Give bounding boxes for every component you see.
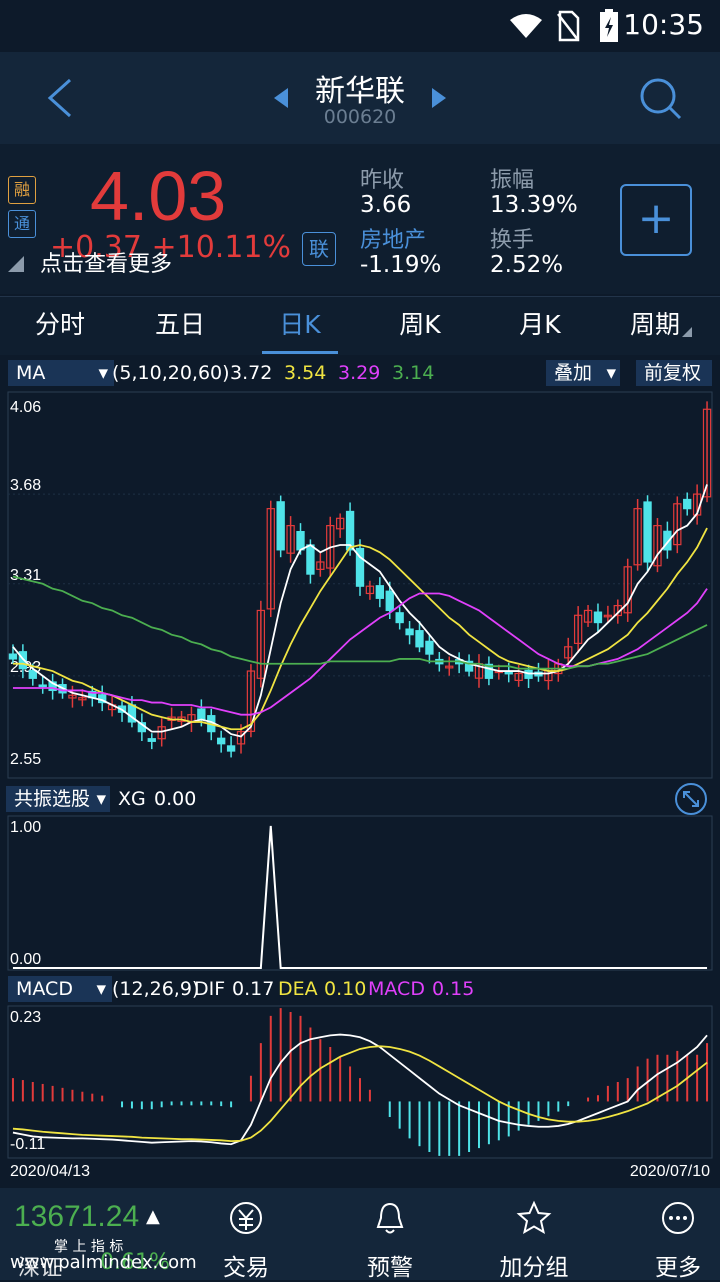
nav-add-group-label: 加分组 xyxy=(499,1255,569,1281)
connect-tag: 通 xyxy=(8,210,36,238)
nav-more-label: 更多 xyxy=(655,1255,701,1281)
tab-intraday[interactable]: 分时 xyxy=(0,297,120,355)
stock-code: 000620 xyxy=(323,106,397,128)
candle-body xyxy=(683,498,692,510)
amplitude-label: 振幅 xyxy=(490,168,535,193)
tab-five-day[interactable]: 五日 xyxy=(120,297,240,355)
period-dropdown-icon xyxy=(682,327,692,337)
more-hint[interactable]: 点击查看更多 xyxy=(40,246,172,278)
index-arrow: ▲ xyxy=(146,1206,160,1227)
candle-body xyxy=(38,684,47,688)
quote-panel: 融 通 4.03 +0.37 +10.11% 点击查看更多 联 昨收 3.66 … xyxy=(0,144,720,294)
search-icon[interactable] xyxy=(638,76,682,120)
prev-close-value: 3.66 xyxy=(360,192,412,218)
candle-body xyxy=(226,745,236,752)
watermark: www.palmindex.com xyxy=(10,1252,197,1273)
candle-body xyxy=(385,590,394,612)
candle-body xyxy=(405,628,414,636)
macd-tick-label: 0.23 xyxy=(10,1009,41,1026)
candle-body xyxy=(504,671,513,675)
candle-body xyxy=(375,585,385,599)
corner-icon xyxy=(8,256,24,272)
tab-weekly-k[interactable]: 周K xyxy=(360,297,480,355)
star-icon xyxy=(516,1200,552,1235)
candle-body xyxy=(296,530,305,551)
sector-link[interactable]: 房地产 xyxy=(360,222,426,254)
y-tick-label: 2.55 xyxy=(10,751,41,768)
x-start-label: 2020/04/13 xyxy=(10,1163,90,1176)
candle-body xyxy=(197,708,206,721)
tab-daily-k[interactable]: 日K xyxy=(240,297,360,355)
candle-body xyxy=(395,612,404,624)
nav-add-group[interactable]: 加分组 xyxy=(484,1188,584,1281)
add-watchlist-button[interactable]: + xyxy=(620,184,692,256)
stock-name: 新华联 xyxy=(315,74,405,109)
xg-tick-label: 0.00 xyxy=(10,951,41,968)
candle-body xyxy=(425,640,434,655)
active-tab-indicator xyxy=(262,351,338,354)
candle-body xyxy=(28,669,37,679)
candle-body xyxy=(345,510,355,551)
period-tabs: 分时 五日 日K 周K 月K 周期 xyxy=(0,296,720,355)
candle-body xyxy=(8,653,18,660)
no-sim-icon xyxy=(557,10,580,42)
y-tick-label: 3.68 xyxy=(10,477,41,494)
margin-tag: 融 xyxy=(8,176,36,204)
battery-icon xyxy=(600,9,618,42)
candle-body xyxy=(147,738,156,742)
candle-body xyxy=(643,501,652,563)
nav-alert-label: 预警 xyxy=(367,1255,413,1281)
amplitude-value: 13.39% xyxy=(490,192,578,218)
header: 新华联 000620 xyxy=(0,52,720,144)
tab-period[interactable]: 周期 xyxy=(600,297,710,355)
status-bar: 10:35 xyxy=(0,0,720,52)
prev-close-label: 昨收 xyxy=(360,168,405,193)
candle-body xyxy=(593,611,603,624)
related-button[interactable]: 联 xyxy=(302,232,336,266)
y-tick-label: 4.06 xyxy=(10,399,41,416)
index-value[interactable]: 13671.24 xyxy=(14,1200,139,1234)
candle-body xyxy=(217,737,226,745)
clock: 10:35 xyxy=(623,8,704,41)
nav-trade[interactable]: 交易 xyxy=(196,1188,296,1281)
turnover-value: 2.52% xyxy=(490,252,564,278)
x-end-label: 2020/07/10 xyxy=(630,1163,710,1176)
macd-tick-label: -0.11 xyxy=(10,1136,45,1153)
sector-change: -1.19% xyxy=(360,252,442,278)
tab-monthly-k[interactable]: 月K xyxy=(480,297,600,355)
chart-panel-frame xyxy=(7,815,713,971)
nav-alert[interactable]: 预警 xyxy=(340,1188,440,1281)
next-stock-icon[interactable] xyxy=(430,88,446,108)
wifi-icon xyxy=(510,14,542,38)
more-icon xyxy=(662,1202,694,1234)
chart-area: MA ▾ (5,10,20,60) 3.72 3.54 3.29 3.14 叠加… xyxy=(0,356,720,1176)
nav-more[interactable]: 更多 xyxy=(628,1188,720,1281)
candle-body xyxy=(415,630,424,648)
candle-body xyxy=(276,501,285,551)
turnover-label: 换手 xyxy=(490,228,535,253)
bottom-nav: 13671.24 ▲ 掌 上 指 标 深证 0.61% www.palminde… xyxy=(0,1188,720,1281)
kline-chart-svg[interactable]: 4.063.683.312.932.551.000.000.23-0.11202… xyxy=(0,356,720,1176)
candle-body xyxy=(306,544,315,575)
trade-icon xyxy=(230,1202,262,1234)
bell-icon xyxy=(376,1202,404,1234)
y-tick-label: 3.31 xyxy=(10,567,41,584)
xg-tick-label: 1.00 xyxy=(10,819,41,836)
nav-trade-label: 交易 xyxy=(223,1255,269,1281)
last-price: 4.03 xyxy=(90,157,227,235)
xg-line xyxy=(12,825,708,969)
